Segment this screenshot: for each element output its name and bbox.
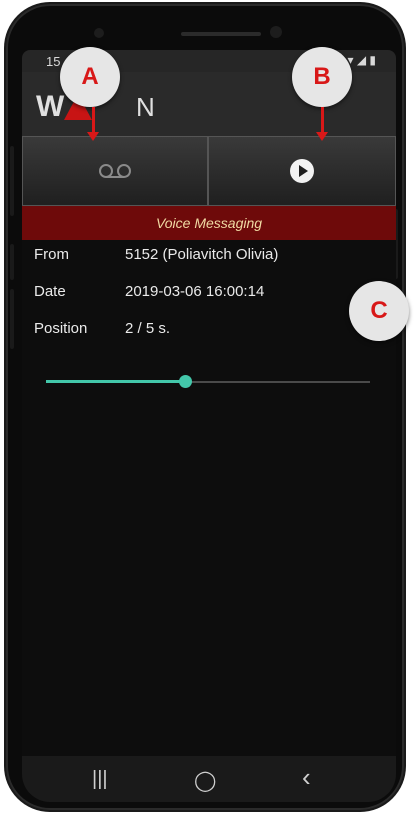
section-banner: Voice Messaging (22, 206, 396, 240)
from-value: 5152 (Poliavitch Olivia) (125, 246, 279, 263)
earpiece-speaker (181, 32, 261, 36)
callout-c-letter: C (370, 297, 388, 324)
date-value: 2019-03-06 16:00:14 (125, 283, 265, 300)
from-row: From 5152 (Poliavitch Olivia) (22, 242, 396, 270)
play-button[interactable] (208, 136, 396, 206)
callout-c: C (349, 281, 409, 341)
sensor-icon (94, 28, 104, 38)
callout-a-arrow-line (92, 107, 95, 133)
recents-button[interactable]: ||| (92, 768, 108, 791)
voicemail-icon (99, 164, 131, 178)
home-button[interactable]: ◯ (194, 768, 216, 793)
position-value: 2 / 5 s. (125, 320, 171, 337)
playback-slider[interactable] (46, 371, 370, 393)
callout-b-arrow-head (316, 132, 328, 141)
callout-a-arrow-head (87, 132, 99, 141)
phone-frame: 15 ⏰ ▾ ◢ ▮ W N Voice Messaging From 5152… (6, 4, 404, 810)
callout-b: B (292, 47, 352, 107)
callout-a-letter: A (81, 63, 99, 90)
callout-a: A (60, 47, 120, 107)
voicemail-button[interactable] (22, 136, 208, 206)
volume-up-button (10, 146, 14, 216)
bixby-button (10, 289, 14, 349)
logo-letter-w: W (36, 90, 64, 123)
banner-title: Voice Messaging (155, 215, 263, 231)
status-time: 15 (46, 54, 61, 69)
front-camera-icon (270, 26, 282, 38)
play-icon (290, 159, 314, 183)
callout-b-letter: B (313, 63, 331, 90)
date-row: Date 2019-03-06 16:00:14 (22, 279, 396, 307)
back-button[interactable]: ‹ (302, 762, 311, 793)
system-nav-bar: ||| ◯ ‹ (22, 756, 396, 802)
date-label: Date (34, 283, 66, 300)
logo-letter-n: N (136, 92, 155, 122)
screen: 15 ⏰ ▾ ◢ ▮ W N Voice Messaging From 5152… (22, 50, 396, 802)
callout-b-arrow-line (321, 107, 324, 133)
from-label: From (34, 246, 69, 263)
volume-down-button (10, 244, 14, 280)
slider-progress (46, 380, 185, 383)
position-row: Position 2 / 5 s. (22, 316, 396, 344)
slider-thumb[interactable] (179, 375, 192, 388)
position-label: Position (34, 320, 88, 337)
toolbar (22, 136, 396, 206)
